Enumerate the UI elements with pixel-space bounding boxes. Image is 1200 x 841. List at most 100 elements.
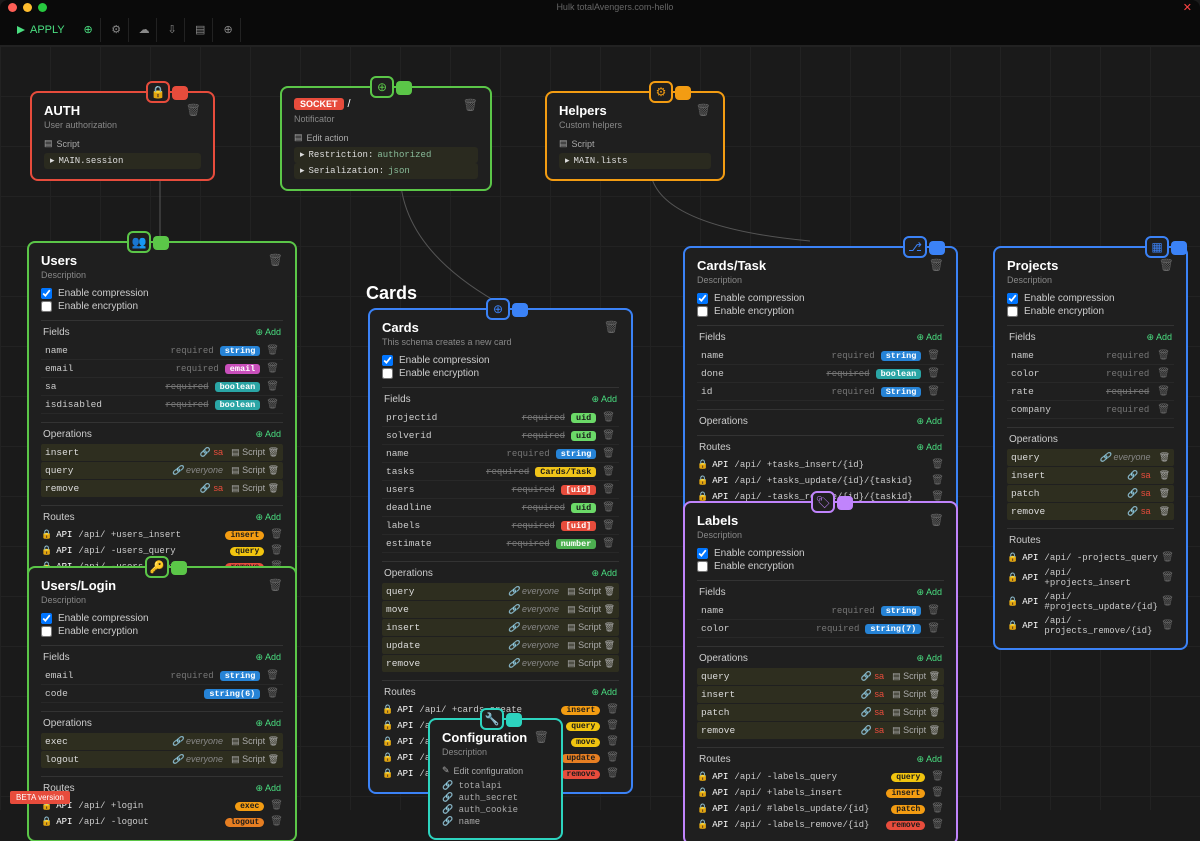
node-configuration[interactable]: 🔧 Configuration🗑 Description ✎ Edit conf… (428, 718, 563, 840)
field-row[interactable]: isdisabledrequiredboolean🗑 (41, 396, 283, 414)
trash-icon[interactable]: 🗑 (696, 103, 711, 117)
add-button[interactable]: ⊕ Add (916, 754, 942, 765)
field-row[interactable]: namerequiredstring🗑 (697, 602, 944, 620)
add-button[interactable]: ⊕ Add (255, 429, 281, 440)
list-icon[interactable]: ▤ (189, 18, 213, 42)
operation-row[interactable]: insert🔗 sa🗑 (1007, 467, 1174, 484)
route-row[interactable]: 🔒API/api/ -projects_remove/{id}🗑 (1007, 614, 1174, 638)
edit-config[interactable]: ✎ Edit configuration (442, 765, 549, 776)
add-button[interactable]: ⊕ Add (916, 653, 942, 664)
route-row[interactable]: 🔒API/api/ +tasks_update/{id}/{taskid}🗑 (697, 473, 944, 489)
field-row[interactable]: emailrequiredstring🗑 (41, 667, 283, 685)
operation-row[interactable]: update🔗 everyone▤ Script 🗑 (382, 637, 619, 654)
operation-row[interactable]: insert🔗 sa▤ Script 🗑 (41, 444, 283, 461)
field-row[interactable]: sarequiredboolean🗑 (41, 378, 283, 396)
field-row[interactable]: estimaterequirednumber🗑 (382, 535, 619, 553)
field-row[interactable]: codestring(6)🗑 (41, 685, 283, 703)
add-button[interactable]: ⊕ Add (255, 327, 281, 338)
operation-row[interactable]: exec🔗 everyone▤ Script 🗑 (41, 733, 283, 750)
enable-compression[interactable]: Enable compression (382, 355, 619, 366)
trash-icon[interactable]: 🗑 (268, 253, 283, 267)
trash-icon[interactable]: 🗑 (463, 98, 478, 112)
download-icon[interactable]: ⇩ (161, 18, 185, 42)
cloud-icon[interactable]: ☁ (133, 18, 157, 42)
field-row[interactable]: tasksrequiredCards/Task🗑 (382, 463, 619, 481)
field-row[interactable]: projectidrequireduid🗑 (382, 409, 619, 427)
operation-row[interactable]: patch🔗 sa▤ Script 🗑 (697, 704, 944, 721)
enable-encryption[interactable]: Enable encryption (697, 306, 944, 317)
add-button[interactable]: ⊕ Add (591, 394, 617, 405)
trash-icon[interactable]: 🗑 (604, 320, 619, 334)
add-button[interactable]: ⊕ Add (255, 718, 281, 729)
field-row[interactable]: namerequired🗑 (1007, 347, 1174, 365)
enable-encryption[interactable]: Enable encryption (41, 301, 283, 312)
edit-action[interactable]: ▤ Edit action (294, 132, 478, 143)
node-notificator[interactable]: ⊕ SOCKET/🗑 Notificator ▤ Edit action ▸ R… (280, 86, 492, 191)
field-row[interactable]: colorrequired🗑 (1007, 365, 1174, 383)
field-row[interactable]: usersrequired[uid]🗑 (382, 481, 619, 499)
operation-row[interactable]: insert🔗 sa▤ Script 🗑 (697, 686, 944, 703)
operation-row[interactable]: query🔗 everyone▤ Script 🗑 (382, 583, 619, 600)
add-button[interactable]: ⊕ Add (255, 652, 281, 663)
route-row[interactable]: 🔒API/api/ -projects_query🗑 (1007, 550, 1174, 566)
enable-compression[interactable]: Enable compression (697, 548, 944, 559)
operation-row[interactable]: query🔗 everyone🗑 (1007, 449, 1174, 466)
add-button[interactable]: ⊕ Add (591, 568, 617, 579)
enable-compression[interactable]: Enable compression (697, 293, 944, 304)
operation-row[interactable]: remove🔗 everyone▤ Script 🗑 (382, 655, 619, 672)
enable-compression[interactable]: Enable compression (1007, 293, 1174, 304)
add-button[interactable]: ⊕ Add (255, 783, 281, 794)
operation-row[interactable]: remove🔗 sa▤ Script 🗑 (697, 722, 944, 739)
operation-row[interactable]: query🔗 everyone▤ Script 🗑 (41, 462, 283, 479)
trash-icon[interactable]: 🗑 (534, 730, 549, 744)
field-row[interactable]: colorrequiredstring(7)🗑 (697, 620, 944, 638)
add-button[interactable]: ⊕ Add (916, 332, 942, 343)
operation-row[interactable]: query🔗 sa▤ Script 🗑 (697, 668, 944, 685)
field-row[interactable]: labelsrequired[uid]🗑 (382, 517, 619, 535)
apply-button[interactable]: APPLY (8, 20, 73, 40)
add-button[interactable]: ⊕ Add (916, 442, 942, 453)
operation-row[interactable]: logout🔗 everyone▤ Script 🗑 (41, 751, 283, 768)
operation-row[interactable]: remove🔗 sa▤ Script 🗑 (41, 480, 283, 497)
add-button[interactable]: ⊕ Add (1146, 332, 1172, 343)
route-row[interactable]: 🔒API/api/ #labels_update/{id}patch🗑 (697, 801, 944, 817)
route-row[interactable]: 🔒API/api/ +loginexec🗑 (41, 798, 283, 814)
add-button[interactable]: ⊕ Add (916, 587, 942, 598)
add-icon[interactable]: ⊕ (77, 18, 101, 42)
field-row[interactable]: namerequiredstring🗑 (697, 347, 944, 365)
enable-compression[interactable]: Enable compression (41, 288, 283, 299)
node-helpers[interactable]: ⚙ Helpers🗑 Custom helpers ▤ Script ▸ MAI… (545, 91, 725, 181)
node-auth[interactable]: 🔒 AUTH🗑 User authorization ▤ Script ▸ MA… (30, 91, 215, 181)
enable-compression[interactable]: Enable compression (41, 613, 283, 624)
route-row[interactable]: 🔒API/api/ #projects_update/{id}🗑 (1007, 590, 1174, 614)
trash-icon[interactable]: 🗑 (268, 578, 283, 592)
field-row[interactable]: namerequiredstring🗑 (382, 445, 619, 463)
field-row[interactable]: solveridrequireduid🗑 (382, 427, 619, 445)
trash-icon[interactable]: 🗑 (929, 258, 944, 272)
enable-encryption[interactable]: Enable encryption (697, 561, 944, 572)
field-row[interactable]: idrequiredString🗑 (697, 383, 944, 401)
gear-icon[interactable]: ⚙ (105, 18, 129, 42)
close-icon[interactable]: ✕ (1183, 1, 1192, 14)
node-cards-task[interactable]: ⎇ Cards/Task🗑 Description Enable compres… (683, 246, 958, 517)
max-dot[interactable] (38, 3, 47, 12)
canvas[interactable]: Cards 🔒 AUTH🗑 User authorization ▤ Scrip… (0, 46, 1200, 810)
enable-encryption[interactable]: Enable encryption (41, 626, 283, 637)
operation-row[interactable]: remove🔗 sa🗑 (1007, 503, 1174, 520)
close-dot[interactable] (8, 3, 17, 12)
route-row[interactable]: 🔒API/api/ -logoutlogout🗑 (41, 814, 283, 830)
operation-row[interactable]: insert🔗 everyone▤ Script 🗑 (382, 619, 619, 636)
route-row[interactable]: 🔒API/api/ +labels_insertinsert🗑 (697, 785, 944, 801)
min-dot[interactable] (23, 3, 32, 12)
field-row[interactable]: donerequiredboolean🗑 (697, 365, 944, 383)
trash-icon[interactable]: 🗑 (929, 513, 944, 527)
enable-encryption[interactable]: Enable encryption (1007, 306, 1174, 317)
route-row[interactable]: 🔒API/api/ -labels_remove/{id}remove🗑 (697, 817, 944, 833)
field-row[interactable]: namerequiredstring🗑 (41, 342, 283, 360)
field-row[interactable]: raterequired🗑 (1007, 383, 1174, 401)
add-button[interactable]: ⊕ Add (591, 687, 617, 698)
node-users[interactable]: 👥 Users🗑 Description Enable compression … (27, 241, 297, 587)
node-projects[interactable]: ▦ Projects🗑 Description Enable compressi… (993, 246, 1188, 650)
trash-icon[interactable]: 🗑 (186, 103, 201, 117)
operation-row[interactable]: patch🔗 sa🗑 (1007, 485, 1174, 502)
